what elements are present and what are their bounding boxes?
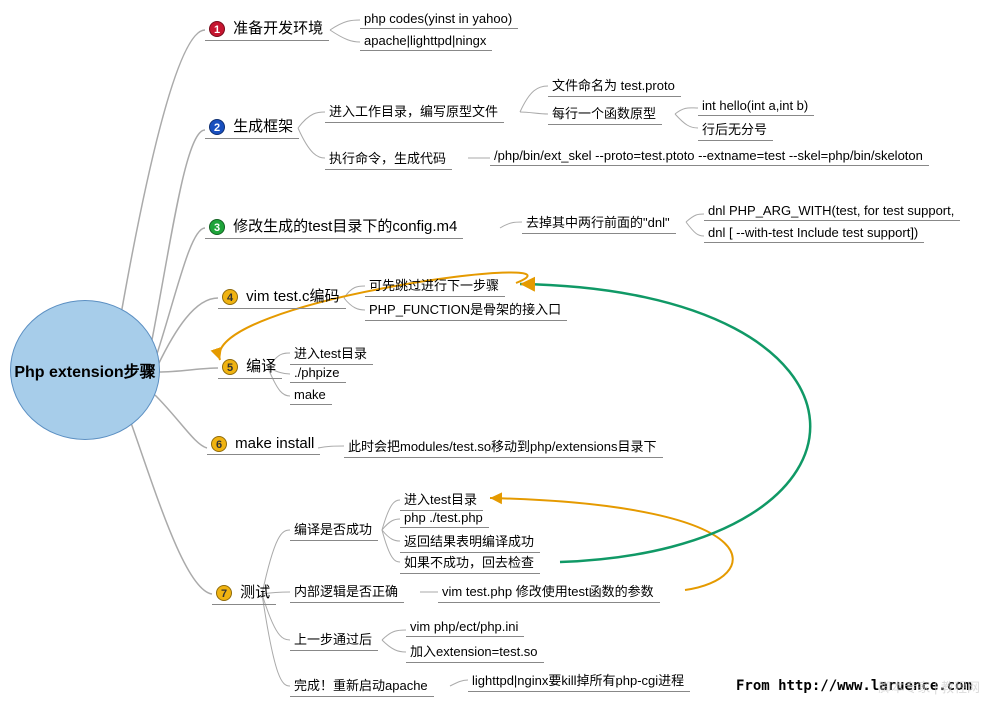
leaf-vim-testphp[interactable]: vim test.php 修改使用test函数的参数 [438, 578, 660, 603]
leaf-move-so[interactable]: 此时会把modules/test.so移动到php/extensions目录下 [344, 433, 663, 458]
branch-number-5: 5 [222, 359, 238, 375]
leaf-php-codes[interactable]: php codes(yinst in yahoo) [360, 8, 518, 29]
leaf-make[interactable]: make [290, 384, 332, 405]
branch-1[interactable]: 1 准备开发环境 [205, 14, 329, 41]
leaf-dnl-1[interactable]: dnl PHP_ARG_WITH(test, for test support, [704, 200, 960, 221]
branch-2-label: 生成框架 [233, 118, 293, 135]
sub-write-proto[interactable]: 进入工作目录，编写原型文件 [325, 98, 504, 123]
center-topic[interactable]: Php extension步骤 [10, 300, 160, 440]
leaf-if-fail[interactable]: 如果不成功，回去检查 [400, 549, 540, 574]
leaf-php-test[interactable]: php ./test.php [400, 507, 489, 528]
branch-number-3: 3 [209, 219, 225, 235]
branch-number-6: 6 [211, 436, 227, 452]
leaf-each-line[interactable]: 每行一个函数原型 [548, 100, 662, 125]
branch-6-label: make install [235, 435, 314, 452]
sub-compile-ok[interactable]: 编译是否成功 [290, 516, 378, 541]
leaf-ext-skel-cmd[interactable]: /php/bin/ext_skel --proto=test.ptoto --e… [490, 145, 929, 166]
branch-2[interactable]: 2 生成框架 [205, 112, 299, 139]
branch-5-label: 编译 [246, 358, 276, 375]
branch-number-1: 1 [209, 21, 225, 37]
branch-5[interactable]: 5 编译 [218, 352, 282, 379]
leaf-int-hello[interactable]: int hello(int a,int b) [698, 95, 814, 116]
branch-7[interactable]: 7 测试 [212, 578, 276, 605]
leaf-no-semicolon[interactable]: 行后无分号 [698, 116, 773, 141]
leaf-dnl-2[interactable]: dnl [ --with-test Include test support]) [704, 222, 924, 243]
leaf-skip-next[interactable]: 可先跳过进行下一步骤 [365, 272, 505, 297]
leaf-servers[interactable]: apache|lighttpd|ningx [360, 30, 492, 51]
branch-number-7: 7 [216, 585, 232, 601]
watermark: 脚本专家 | 教程网 [878, 677, 980, 696]
branch-1-label: 准备开发环境 [233, 20, 323, 37]
sub-exec-codegen[interactable]: 执行命令，生成代码 [325, 145, 452, 170]
branch-number-2: 2 [209, 119, 225, 135]
leaf-kill-cgi[interactable]: lighttpd|nginx要kill掉所有php-cgi进程 [468, 667, 690, 692]
branch-3-label: 修改生成的test目录下的config.m4 [233, 218, 457, 235]
sub-restart-apache[interactable]: 完成！重新启动apache [290, 672, 434, 697]
sub-logic-ok[interactable]: 内部逻辑是否正确 [290, 578, 404, 603]
leaf-php-function[interactable]: PHP_FUNCTION是骨架的接入口 [365, 296, 567, 321]
branch-6[interactable]: 6 make install [207, 432, 320, 455]
sub-remove-dnl[interactable]: 去掉其中两行前面的"dnl" [522, 209, 676, 234]
leaf-add-extension[interactable]: 加入extension=test.so [406, 638, 544, 663]
branch-7-label: 测试 [240, 584, 270, 601]
center-label: Php extension步骤 [14, 358, 155, 382]
branch-3[interactable]: 3 修改生成的test目录下的config.m4 [205, 212, 463, 239]
sub-after-prev[interactable]: 上一步通过后 [290, 626, 378, 651]
branch-4-label: vim test.c编码 [246, 288, 339, 305]
branch-number-4: 4 [222, 289, 238, 305]
branch-4[interactable]: 4 vim test.c编码 [218, 282, 346, 309]
leaf-vim-phpini[interactable]: vim php/ect/php.ini [406, 616, 524, 637]
leaf-filename[interactable]: 文件命名为 test.proto [548, 72, 681, 97]
leaf-phpize[interactable]: ./phpize [290, 362, 346, 383]
